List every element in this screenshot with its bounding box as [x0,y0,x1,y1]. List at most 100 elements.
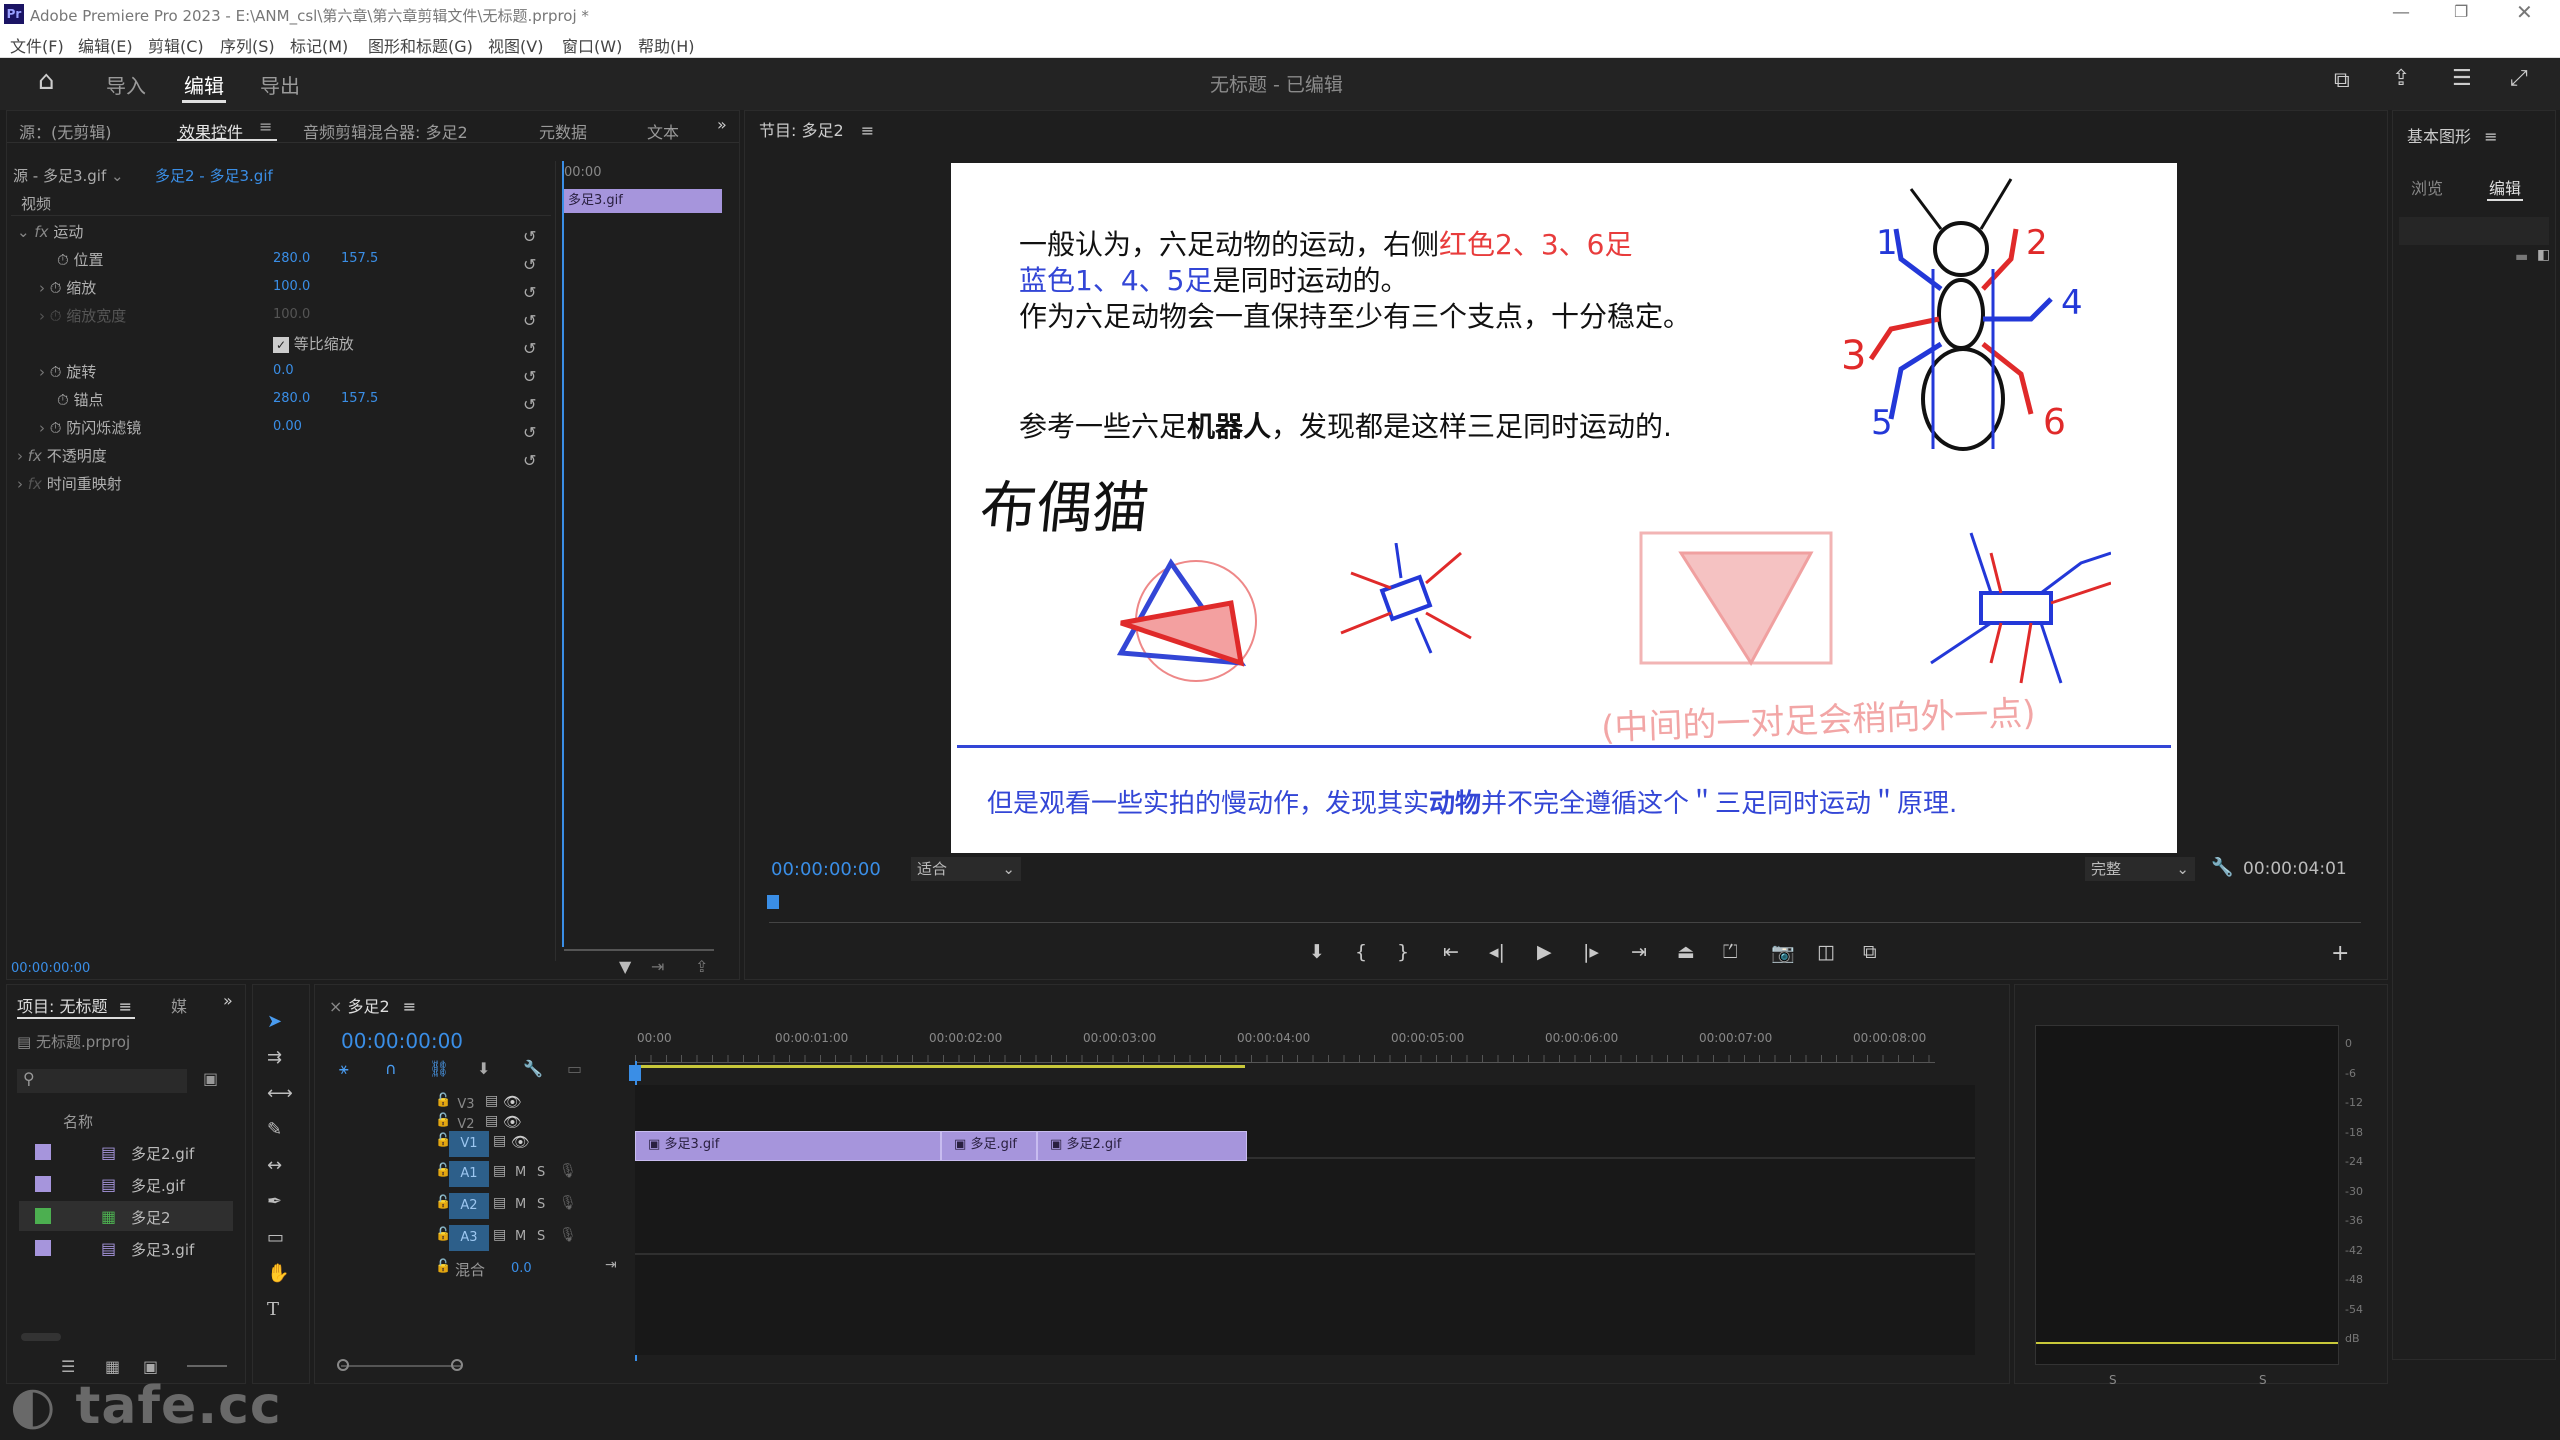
share-clip-icon[interactable]: ⇪ [695,957,708,976]
timeline-clip[interactable]: ▣ 多足2.gif [1037,1131,1247,1161]
type-tool-icon[interactable]: T [267,1299,279,1320]
uniform-scale-checkbox[interactable]: ✓ [273,336,289,353]
scroll-handle[interactable] [451,1359,463,1371]
menu-graphics[interactable]: 图形和标题(G) [368,33,473,57]
tab-import[interactable]: 导入 [106,70,146,99]
menu-help[interactable]: 帮助(H) [638,33,695,57]
position-y[interactable]: 157.5 [341,251,378,279]
timeline-tab[interactable]: × 多足2 ≡ [329,993,416,1017]
freeform-view-icon[interactable]: ▣ [143,1357,158,1376]
tab-edit-graphics[interactable]: 编辑 [2489,175,2521,199]
reset-icon[interactable]: ↺ [523,335,536,363]
effect-opacity[interactable]: › fx 不透明度 [17,445,107,473]
new-bin-icon[interactable]: ▣ [203,1069,218,1088]
timeline-clip[interactable]: ▣ 多足.gif [941,1131,1037,1161]
home-icon[interactable]: ⌂ [38,66,55,96]
minimize-icon[interactable]: — [2392,2,2410,23]
menu-sequence[interactable]: 序列(S) [220,33,275,57]
fullscreen-icon[interactable]: ⤢ [2510,66,2528,91]
lock-icon[interactable]: 🔓 [435,1093,451,1108]
track-label[interactable]: A2 [449,1193,489,1219]
name-column[interactable]: 名称 [63,1111,93,1132]
mix-value[interactable]: 0.0 [511,1261,532,1276]
tab-text[interactable]: 文本 [647,119,679,143]
list-view-icon[interactable]: ☰ [61,1357,75,1376]
pen-tool-icon[interactable]: ✒ [267,1191,282,1212]
timeline-clip[interactable]: ▣ 多足3.gif [635,1131,941,1161]
mic-icon[interactable]: 🎙 [559,1163,577,1179]
mic-icon[interactable]: 🎙 [559,1195,577,1211]
close-tab-icon[interactable]: × [329,997,342,1016]
effect-time-remap[interactable]: › fx 时间重映射 [17,473,122,501]
mic-icon[interactable]: 🎙 [559,1227,577,1243]
reset-icon[interactable]: ↺ [523,447,536,475]
mark-out-icon[interactable]: } [1397,941,1409,963]
timeline-timecode[interactable]: 00:00:00:00 [341,1029,463,1053]
tab-export[interactable]: 导出 [260,70,300,99]
share-icon[interactable]: ⇪ [2392,66,2410,91]
stopwatch-icon[interactable]: ⏱ [57,391,69,409]
ripple-edit-icon[interactable]: ⟷ [267,1083,293,1104]
add-marker-icon[interactable]: ⬇ [477,1059,490,1078]
stopwatch-icon[interactable]: ⏱ [50,419,62,437]
reset-icon[interactable]: ↺ [523,391,536,419]
project-item[interactable]: ▤ 多足.gif [19,1169,233,1199]
add-marker-icon[interactable]: ⬇ [1309,941,1325,963]
quick-export-icon[interactable]: ☰ [2452,66,2472,91]
rectangle-tool-icon[interactable]: ▭ [267,1227,284,1248]
program-timecode[interactable]: 00:00:00:00 [771,859,881,880]
project-item[interactable]: ▤ 多足3.gif [19,1233,233,1263]
slip-tool-icon[interactable]: ↔ [267,1155,282,1176]
workspaces-icon[interactable]: ⧉ [2334,68,2350,93]
panel-overflow-icon[interactable]: » [223,991,233,1010]
step-back-icon[interactable]: ◂| [1489,941,1505,963]
razor-icon[interactable]: ✎ [267,1119,282,1140]
panel-menu-icon[interactable]: ≡ [259,117,272,136]
tab-media[interactable]: 媒 [171,993,187,1017]
go-to-out-icon[interactable]: ⇥ [1631,941,1647,963]
play-icon[interactable]: ▶ [1537,941,1552,963]
new-layer-icon[interactable]: ▬ [2515,249,2528,265]
tab-edit[interactable]: 编辑 [184,70,224,99]
program-scrubber[interactable] [769,899,2361,923]
mute-button[interactable]: M [515,1165,526,1180]
sync-lock-icon[interactable]: ▤ [493,1195,506,1211]
snap-icon[interactable]: ∩ [385,1059,397,1078]
solo-button[interactable]: S [537,1197,545,1212]
program-playhead[interactable] [767,895,779,909]
sync-lock-icon[interactable]: ▤ [493,1227,506,1243]
selection-tool-icon[interactable]: ➤ [267,1011,282,1032]
anti-flicker-value[interactable]: 0.00 [273,419,302,447]
scroll-handle[interactable] [337,1359,349,1371]
lock-icon[interactable]: 🔓 [435,1113,451,1128]
project-scrollbar[interactable] [21,1333,61,1341]
mute-button[interactable]: M [515,1229,526,1244]
mini-scroll[interactable] [564,949,714,951]
reset-icon[interactable]: ↺ [523,251,536,279]
fit-dropdown[interactable]: 适合 ⌄ [911,857,1021,881]
comparison-view-icon[interactable]: ◫ [1817,941,1835,963]
eye-icon[interactable]: 👁 [511,1133,530,1151]
mark-in-icon[interactable]: { [1355,941,1367,963]
menu-file[interactable]: 文件(F) [10,33,64,57]
quality-dropdown[interactable]: 完整 ⌄ [2085,857,2195,881]
export-icon[interactable]: ⇥ [651,957,664,976]
tab-audio-mixer[interactable]: 音频剪辑混合器: 多足2 [303,119,468,143]
export-frame-icon[interactable]: 📷 [1771,941,1795,964]
timeline-settings-icon[interactable]: 🔧 [523,1059,543,1078]
menu-view[interactable]: 视图(V) [488,33,543,57]
tab-project[interactable]: 项目: 无标题 ≡ [17,993,132,1017]
reset-icon[interactable]: ↺ [523,279,536,307]
stopwatch-icon[interactable]: ⏱ [50,363,62,381]
project-item[interactable]: ▤ 多足2.gif [19,1137,233,1167]
project-item-selected[interactable]: ▦ 多足2 [19,1201,233,1231]
lift-icon[interactable]: ⏏ [1677,941,1695,963]
close-icon[interactable]: ✕ [2516,0,2533,24]
mini-clip[interactable]: 多足3.gif [562,189,722,213]
reset-icon[interactable]: ↺ [523,363,536,391]
tab-metadata[interactable]: 元数据 [539,119,587,143]
essential-graphics-title[interactable]: 基本图形 ≡ [2407,123,2498,147]
menu-window[interactable]: 窗口(W) [562,33,622,57]
rotation-value[interactable]: 0.0 [273,363,294,391]
proxy-toggle-icon[interactable]: ⧉ [1863,941,1877,963]
